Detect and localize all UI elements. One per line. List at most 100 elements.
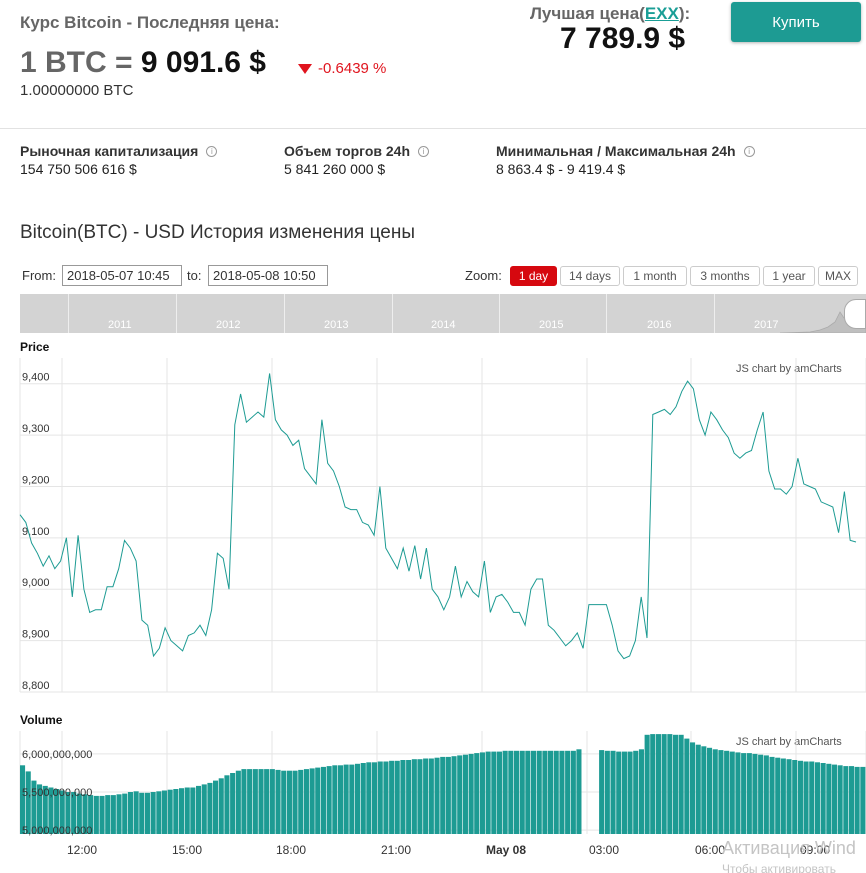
volume-bar[interactable] xyxy=(269,769,275,834)
volume-bar[interactable] xyxy=(264,769,270,834)
volume-bar[interactable] xyxy=(457,755,463,834)
volume-bar[interactable] xyxy=(383,761,389,835)
volume-bar[interactable] xyxy=(655,734,661,834)
volume-bar[interactable] xyxy=(491,751,497,834)
from-date-input[interactable] xyxy=(62,265,182,286)
volume-bar[interactable] xyxy=(627,751,633,834)
scrollbar-handle[interactable] xyxy=(844,299,866,329)
volume-bar[interactable] xyxy=(275,769,281,834)
volume-bar[interactable] xyxy=(860,766,866,834)
volume-bar[interactable] xyxy=(831,764,837,834)
volume-bar[interactable] xyxy=(372,762,378,834)
volume-bar[interactable] xyxy=(780,758,786,835)
volume-bar[interactable] xyxy=(326,766,332,834)
volume-bar[interactable] xyxy=(542,750,548,834)
volume-bar[interactable] xyxy=(650,734,656,834)
volume-bar[interactable] xyxy=(167,789,173,834)
volume-bar[interactable] xyxy=(746,753,752,834)
volume-bar[interactable] xyxy=(201,784,207,834)
volume-bar[interactable] xyxy=(735,752,741,834)
volume-bar[interactable] xyxy=(93,795,99,834)
volume-bar[interactable] xyxy=(286,770,292,834)
volume-bar[interactable] xyxy=(235,770,241,834)
volume-bar[interactable] xyxy=(474,753,480,834)
volume-bar[interactable] xyxy=(292,770,298,834)
volume-bar[interactable] xyxy=(417,759,423,834)
volume-bar[interactable] xyxy=(173,789,179,834)
volume-bar[interactable] xyxy=(758,754,764,834)
volume-bar[interactable] xyxy=(110,795,116,834)
volume-bar[interactable] xyxy=(406,760,412,834)
volume-bar[interactable] xyxy=(315,767,321,834)
volume-bar[interactable] xyxy=(514,750,520,834)
volume-bar[interactable] xyxy=(451,756,457,834)
volume-bar[interactable] xyxy=(247,769,253,834)
volume-bar[interactable] xyxy=(775,757,781,834)
volume-bar[interactable] xyxy=(150,792,156,834)
volume-bar[interactable] xyxy=(690,742,696,834)
volume-bar[interactable] xyxy=(440,756,446,834)
volume-bar[interactable] xyxy=(559,750,565,834)
volume-bar[interactable] xyxy=(355,763,361,834)
volume-bar[interactable] xyxy=(644,734,650,834)
volume-bar[interactable] xyxy=(411,759,417,834)
volume-bar[interactable] xyxy=(190,787,196,835)
volume-bar[interactable] xyxy=(20,765,26,834)
volume-bar[interactable] xyxy=(196,785,202,834)
volume-bar[interactable] xyxy=(179,788,185,834)
volume-bar[interactable] xyxy=(434,757,440,834)
volume-bar[interactable] xyxy=(604,750,610,834)
volume-bar[interactable] xyxy=(462,754,468,834)
zoom-1-year-button[interactable]: 1 year xyxy=(763,266,815,286)
volume-bar[interactable] xyxy=(349,764,355,834)
volume-bar[interactable] xyxy=(343,764,349,834)
info-icon[interactable]: i xyxy=(418,145,429,157)
zoom-14-days-button[interactable]: 14 days xyxy=(560,266,620,286)
volume-bar[interactable] xyxy=(479,752,485,834)
volume-bar[interactable] xyxy=(184,787,190,835)
volume-bar[interactable] xyxy=(298,769,304,834)
volume-bar[interactable] xyxy=(207,782,213,834)
volume-bar[interactable] xyxy=(332,765,338,834)
volume-bar[interactable] xyxy=(837,765,843,834)
volume-bar[interactable] xyxy=(394,760,400,834)
volume-bar[interactable] xyxy=(133,791,139,834)
volume-bar[interactable] xyxy=(400,760,406,834)
volume-bar[interactable] xyxy=(729,751,735,834)
volume-bar[interactable] xyxy=(144,792,150,834)
volume-bar[interactable] xyxy=(678,734,684,834)
volume-bar[interactable] xyxy=(360,763,366,834)
volume-bar[interactable] xyxy=(548,750,554,834)
volume-bar[interactable] xyxy=(99,795,105,834)
volume-bar[interactable] xyxy=(423,758,429,835)
volume-bar[interactable] xyxy=(122,793,128,834)
zoom-max-button[interactable]: MAX xyxy=(818,266,858,286)
volume-bar[interactable] xyxy=(309,768,315,834)
volume-bar[interactable] xyxy=(213,780,219,834)
volume-bar[interactable] xyxy=(224,775,230,834)
volume-bar[interactable] xyxy=(667,734,673,834)
volume-bar[interactable] xyxy=(707,747,713,834)
volume-bar[interactable] xyxy=(661,734,667,834)
volume-bar[interactable] xyxy=(485,751,491,834)
volume-bar[interactable] xyxy=(616,751,622,834)
volume-bar[interactable] xyxy=(508,750,514,834)
volume-bar[interactable] xyxy=(701,746,707,834)
to-date-input[interactable] xyxy=(208,265,328,286)
volume-bar[interactable] xyxy=(428,758,434,835)
chart-scrollbar[interactable]: 2011 2012 2013 2014 2015 2016 2017 xyxy=(20,294,866,333)
buy-button[interactable]: Купить xyxy=(731,2,861,42)
volume-bar[interactable] xyxy=(849,766,855,834)
volume-bar[interactable] xyxy=(638,749,644,834)
volume-bar[interactable] xyxy=(724,750,730,834)
volume-bar[interactable] xyxy=(769,756,775,834)
volume-bar[interactable] xyxy=(252,769,258,834)
volume-bar[interactable] xyxy=(763,755,769,834)
volume-bar[interactable] xyxy=(303,769,309,834)
volume-bar[interactable] xyxy=(803,761,809,835)
volume-bar[interactable] xyxy=(695,744,701,834)
volume-bar[interactable] xyxy=(673,734,679,834)
volume-bar[interactable] xyxy=(570,750,576,834)
volume-bar[interactable] xyxy=(241,769,247,834)
volume-bar[interactable] xyxy=(230,773,236,834)
